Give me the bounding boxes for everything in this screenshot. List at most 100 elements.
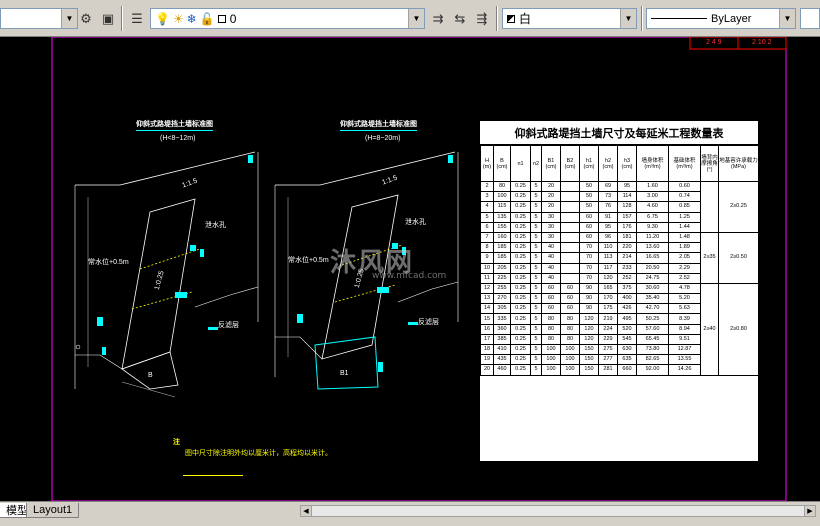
horizontal-scrollbar[interactable]: ◀ ▶: [300, 505, 816, 517]
table-cell: 360: [493, 323, 511, 335]
table-cell: 70: [579, 252, 599, 264]
table-cell: 117: [598, 262, 618, 274]
table-cell: 150: [579, 354, 599, 366]
table-cell: 115: [493, 201, 511, 213]
workspace-settings-icon[interactable]: ⚙: [76, 8, 96, 29]
tab-layout1[interactable]: Layout1: [26, 503, 80, 518]
table-cell: 11.20: [636, 231, 669, 244]
layout-tab-bar: 模型 Layout1 ◀ ▶: [0, 501, 820, 526]
workspace-dropdown[interactable]: ▼: [0, 8, 78, 29]
table-cell: [560, 272, 580, 284]
table-cell: 24.75: [636, 272, 669, 284]
lightbulb-icon: 💡: [155, 11, 170, 26]
table-header-cell: 基础体积 (m³/m): [668, 145, 701, 182]
table-cell: 60: [560, 293, 580, 305]
table-cell: 100: [541, 354, 561, 366]
table-cell: 120: [579, 333, 599, 346]
table-cell: 0.25: [510, 343, 531, 356]
table-cell: 35.40: [636, 293, 669, 305]
color-dropdown[interactable]: 白 ▼: [502, 8, 637, 29]
table-cell: 120: [579, 313, 599, 325]
table-cell: 110: [598, 242, 618, 254]
table-cell: 30: [541, 221, 561, 233]
table-cell: 277: [598, 354, 618, 366]
lock-ui-icon[interactable]: ▣: [98, 8, 118, 29]
table-cell: 80: [560, 333, 580, 346]
table-cell: 114: [617, 191, 637, 203]
chevron-down-icon[interactable]: ▼: [408, 9, 424, 28]
table-header-cell: 地基容许承载力(MPa): [718, 145, 759, 182]
gravel-label-left: 反滤层: [218, 322, 239, 329]
table-cell: 0.25: [510, 231, 531, 244]
table-cell: 30: [541, 231, 561, 244]
width-label-left: B: [148, 372, 153, 379]
table-cell: 100: [541, 343, 561, 356]
table-cell: 11: [480, 272, 494, 284]
chevron-down-icon[interactable]: ▼: [620, 9, 636, 28]
table-cell: [560, 252, 580, 264]
table-row: 12 255 0.25 5 60 60 90 165 375 30.60 4.78 2≥40 2≥0.8…: [480, 282, 759, 376]
left-drawing-subtitle: (H<8~12m): [160, 135, 196, 142]
scroll-right-icon[interactable]: ▶: [804, 505, 816, 517]
table-cell: 90: [579, 293, 599, 305]
chevron-down-icon[interactable]: ▼: [61, 9, 77, 28]
table-cell: 100: [541, 364, 561, 376]
table-cell: 5: [530, 354, 542, 366]
table-cell: 120: [598, 272, 618, 284]
table-cell: 70: [579, 262, 599, 274]
table-cell: 460: [493, 364, 511, 376]
table-cell: 5: [530, 333, 542, 346]
table-cell: 128: [617, 201, 637, 213]
sun-icon: ☀: [172, 11, 184, 26]
chevron-down-icon[interactable]: ▼: [779, 9, 795, 28]
table-cell: 100: [560, 364, 580, 376]
title-block-right-text: 2 10 2: [752, 39, 772, 46]
table-cell: 100: [560, 354, 580, 366]
bearing-capacity-cell: 2≥0.25: [718, 181, 759, 233]
table-cell: 435: [493, 354, 511, 366]
table-cell: 20.50: [636, 262, 669, 274]
layer-dropdown[interactable]: 💡 ☀ ❄ 🔓 0 ▼: [150, 8, 425, 29]
table-header-cell: B2 (cm): [560, 145, 580, 182]
table-cell: 8: [480, 242, 494, 254]
note-underline: [183, 475, 243, 476]
table-cell: 255: [493, 282, 511, 295]
table-cell: 80: [493, 180, 511, 193]
table-cell: 214: [617, 252, 637, 264]
layer-previous-icon[interactable]: ⇆: [450, 8, 470, 29]
table-cell: 50: [579, 180, 599, 193]
color-value: 白: [519, 12, 532, 26]
table-cell: 160: [493, 231, 511, 244]
left-wall-detail: [74, 151, 259, 398]
title-block-left-text: 2 4 9: [706, 39, 722, 46]
table-cell: 30: [541, 211, 561, 223]
table-cell: 5: [530, 242, 542, 254]
table-cell: 1.44: [668, 221, 701, 233]
table-cell: 281: [598, 364, 618, 376]
drawing-canvas[interactable]: 仰斜式路堤挡土墙标准图 (H<8~12m) 仰斜式路堤挡土墙标准图 (H=8~2…: [0, 37, 820, 501]
note-text: 图中尺寸除注明外均以厘米计，高程均以米计。: [185, 450, 332, 457]
table-cell: 40: [541, 272, 561, 284]
table-cell: 4.78: [668, 282, 701, 295]
table-cell: 120: [579, 323, 599, 335]
table-cell: 80: [541, 323, 561, 335]
quantity-table[interactable]: 仰斜式路堤挡土墙尺寸及每延米工程数量表 H (m) B (cm) n1 n2 B1 (c…: [480, 121, 759, 461]
make-current-layer-icon[interactable]: ⇉: [428, 8, 448, 29]
table-cell: 14.26: [668, 364, 701, 376]
table-cell: 5: [530, 211, 542, 223]
table-cell: 42.70: [636, 303, 669, 315]
table-cell: 16.65: [636, 252, 669, 264]
layer-match-icon[interactable]: ⇶: [472, 8, 492, 29]
table-cell: 60: [579, 211, 599, 223]
layer-properties-icon[interactable]: ☰: [127, 8, 147, 29]
table-cell: 220: [617, 242, 637, 254]
color-swatch-icon: [507, 14, 515, 23]
toolbar-separator: [496, 6, 498, 31]
scroll-left-icon[interactable]: ◀: [300, 505, 312, 517]
lineweight-dropdown[interactable]: [800, 8, 820, 29]
table-cell: 252: [617, 272, 637, 284]
linetype-dropdown[interactable]: ByLayer ▼: [646, 8, 796, 29]
table-body: 2 80 0.25 5 20 50 69 95 1.60 0.60 2≥0.25 3 100 0.25 5 2…: [480, 180, 759, 376]
table-cell: 1.25: [668, 211, 701, 223]
table-cell: 14: [480, 303, 494, 315]
